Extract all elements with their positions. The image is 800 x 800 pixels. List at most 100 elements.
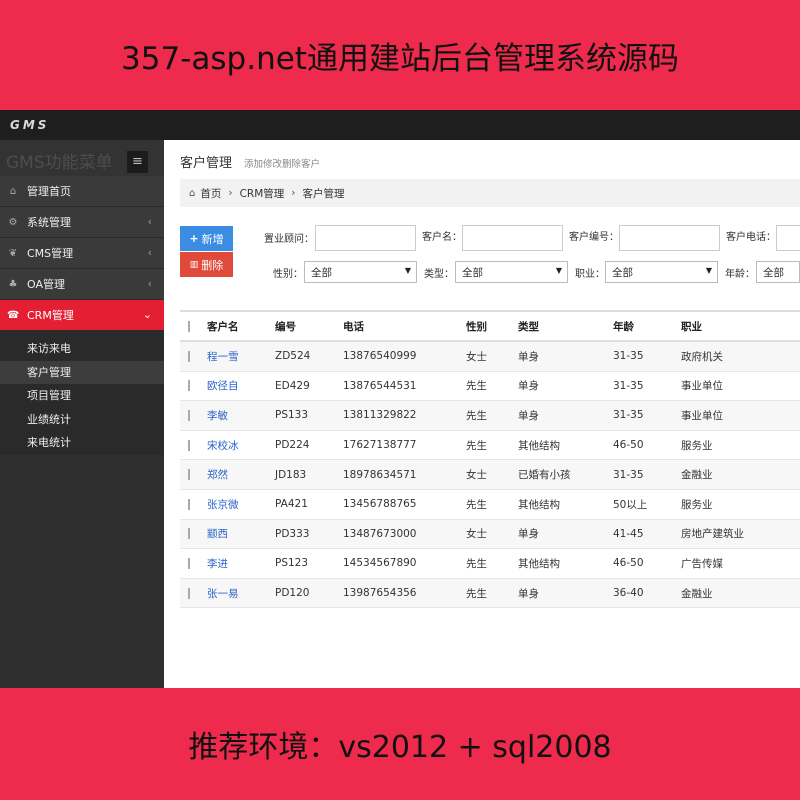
row-checkbox[interactable] [188, 469, 190, 481]
table-row[interactable]: 程一雪 ZD524 13876540999 女士 单身 31-35 政府机关 [180, 342, 800, 372]
row-checkbox[interactable] [188, 350, 190, 362]
column-header-age[interactable]: 年龄 [613, 319, 681, 334]
customer-age: 31-35 [613, 468, 644, 481]
bottom-banner-text: 推荐环境：vs2012 + sql2008 [188, 730, 612, 765]
sidebar-item-label: OA管理 [27, 278, 65, 291]
top-bar: GMS [0, 110, 800, 140]
table-row[interactable]: 欧径自 ED429 13876544531 先生 单身 31-35 事业单位 [180, 372, 800, 402]
row-checkbox[interactable] [188, 557, 190, 569]
sitemap-icon: ♣ [8, 278, 18, 290]
select-all-checkbox[interactable] [188, 320, 190, 332]
table-row[interactable]: 郑然 JD183 18978634571 女士 已婚有小孩 31-35 金融业 [180, 460, 800, 490]
breadcrumb-home[interactable]: 首页 [200, 186, 221, 201]
customer-name-link[interactable]: 宋校冰 [207, 438, 275, 453]
sidebar-item-crm[interactable]: ☎ CRM管理 ⌄ [0, 300, 164, 331]
customer-gender: 先生 [466, 409, 487, 422]
customer-name-link[interactable]: 张京微 [207, 497, 275, 512]
customer-gender: 先生 [466, 587, 487, 600]
column-header-job[interactable]: 职业 [681, 319, 800, 334]
submenu-item-call-stats[interactable]: 来电统计 [0, 431, 164, 455]
column-header-code[interactable]: 编号 [275, 319, 343, 334]
customer-age: 31-35 [613, 379, 644, 392]
customer-code: ZD524 [275, 350, 311, 363]
customer-name-link[interactable]: 颛西 [207, 526, 275, 541]
row-checkbox[interactable] [188, 439, 190, 451]
row-checkbox[interactable] [188, 528, 190, 540]
sidebar-item-home[interactable]: ⌂ 管理首页 [0, 176, 164, 207]
customer-gender: 先生 [466, 498, 487, 511]
row-checkbox[interactable] [188, 587, 190, 599]
logo[interactable]: GMS [10, 118, 49, 132]
top-banner-text: 357-asp.net通用建站后台管理系统源码 [121, 40, 679, 77]
type-select[interactable]: 全部 ▼ [455, 261, 568, 283]
gear-icon: ⚙ [8, 216, 18, 228]
customer-age: 50以上 [613, 498, 648, 511]
type-label: 类型： [424, 269, 454, 280]
submenu-item-visits[interactable]: 来访来电 [0, 337, 164, 361]
sidebar-item-system[interactable]: ⚙ 系统管理 ‹ [0, 207, 164, 238]
row-checkbox[interactable] [188, 380, 190, 392]
submenu-item-projects[interactable]: 项目管理 [0, 384, 164, 408]
column-header-phone[interactable]: 电话 [343, 319, 466, 334]
gender-select[interactable]: 全部 ▼ [304, 261, 417, 283]
chevron-right-icon: › [291, 187, 296, 199]
page-subtitle: 添加修改删除客户 [244, 159, 321, 170]
customer-code: PD120 [275, 587, 310, 600]
submenu-item-customers[interactable]: 客户管理 [0, 360, 164, 384]
customer-phone: 13456788765 [343, 498, 417, 511]
breadcrumb-crm[interactable]: CRM管理 [240, 186, 285, 201]
customer-name-label: 客户名： [422, 232, 462, 243]
table-row[interactable]: 张一易 PD120 13987654356 先生 单身 36-40 金融业 [180, 578, 800, 609]
type-select-value: 全部 [462, 266, 483, 279]
customer-type: 其他结构 [518, 557, 560, 570]
customer-gender: 先生 [466, 439, 487, 452]
customer-job: 房地产建筑业 [681, 528, 744, 541]
caret-down-icon: ▼ [555, 266, 562, 275]
customer-name-link[interactable]: 郑然 [207, 467, 275, 482]
customer-phone: 13987654356 [343, 587, 417, 600]
customer-phone-input[interactable] [776, 225, 800, 251]
customer-job: 政府机关 [681, 350, 723, 363]
column-header-gender[interactable]: 性别 [466, 319, 518, 334]
customer-name-link[interactable]: 李进 [207, 556, 275, 571]
customer-gender: 先生 [466, 557, 487, 570]
customer-type: 单身 [518, 380, 539, 393]
customer-name-link[interactable]: 张一易 [207, 586, 275, 601]
column-header-type[interactable]: 类型 [518, 319, 613, 334]
customer-job: 事业单位 [681, 409, 723, 422]
consultant-input[interactable] [315, 225, 416, 251]
chevron-left-icon: ‹ [147, 277, 152, 290]
submenu-item-performance[interactable]: 业绩统计 [0, 408, 164, 432]
leaf-icon: ❦ [8, 247, 18, 259]
job-select[interactable]: 全部 ▼ [605, 261, 718, 283]
customer-name-link[interactable]: 欧径自 [207, 378, 275, 393]
sidebar-item-oa[interactable]: ♣ OA管理 ‹ [0, 269, 164, 300]
customer-phone: 13876540999 [343, 350, 417, 363]
add-button[interactable]: + 新增 [180, 226, 233, 251]
row-checkbox[interactable] [188, 409, 190, 421]
column-header-name[interactable]: 客户名 [207, 319, 275, 334]
customer-code: PD333 [275, 527, 310, 540]
row-checkbox[interactable] [188, 498, 190, 510]
breadcrumb-current: 客户管理 [302, 187, 345, 200]
age-select[interactable]: 全部 [756, 261, 800, 283]
table-row[interactable]: 张京微 PA421 13456788765 先生 其他结构 50以上 服务业 [180, 490, 800, 520]
table-row[interactable]: 李敏 PS133 13811329822 先生 单身 31-35 事业单位 [180, 401, 800, 431]
customer-type: 其他结构 [518, 439, 560, 452]
home-icon: ⌂ [189, 187, 196, 199]
table-row[interactable]: 宋校冰 PD224 17627138777 先生 其他结构 46-50 服务业 [180, 431, 800, 461]
table-row[interactable]: 李进 PS123 14534567890 先生 其他结构 46-50 广告传媒 [180, 549, 800, 579]
customer-name-input[interactable] [462, 225, 563, 251]
customer-code-input[interactable] [619, 225, 720, 251]
bottom-banner: 推荐环境：vs2012 + sql2008 [0, 688, 800, 800]
delete-button[interactable]: ▥ 删除 [180, 252, 233, 277]
page-header: 客户管理 添加修改删除客户 [180, 152, 320, 171]
menu-toggle-icon[interactable]: ≡ [127, 151, 148, 173]
caret-down-icon: ▼ [404, 266, 411, 275]
customer-job: 广告传媒 [681, 557, 723, 570]
customer-job: 事业单位 [681, 380, 723, 393]
customer-name-link[interactable]: 程一雪 [207, 349, 275, 364]
sidebar-item-cms[interactable]: ❦ CMS管理 ‹ [0, 238, 164, 269]
customer-name-link[interactable]: 李敏 [207, 408, 275, 423]
table-row[interactable]: 颛西 PD333 13487673000 女士 单身 41-45 房地产建筑业 [180, 519, 800, 550]
